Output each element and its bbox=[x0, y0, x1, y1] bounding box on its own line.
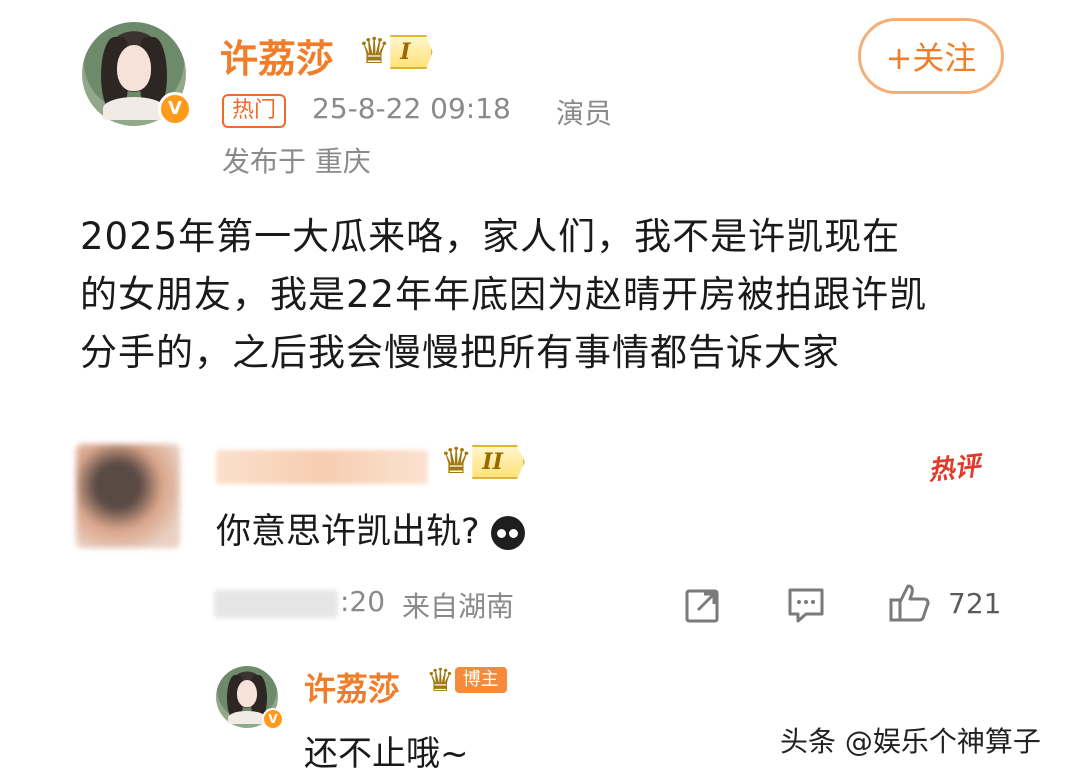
emoji-icon bbox=[490, 516, 525, 550]
comment-time: :20 bbox=[340, 585, 386, 618]
reply-text: 还不止哦~ bbox=[304, 734, 469, 774]
author-name[interactable]: 许荔莎 bbox=[220, 28, 334, 83]
comment-text: 你意思许凯出轨? bbox=[216, 503, 525, 554]
commenter-avatar[interactable] bbox=[76, 444, 180, 548]
commenter-level-badge: ♛ II bbox=[440, 444, 525, 480]
share-icon[interactable] bbox=[684, 586, 722, 624]
post-location: 发布于 重庆 bbox=[222, 145, 371, 178]
level-badge: ♛ I bbox=[358, 34, 433, 70]
owner-tag: 博主 bbox=[454, 667, 507, 693]
post-timestamp: 25-8-22 09:18 bbox=[312, 92, 511, 125]
commenter-level-label: II bbox=[472, 445, 525, 479]
crown-icon: ♛ bbox=[358, 31, 391, 72]
comment-icon[interactable] bbox=[786, 586, 826, 624]
hot-tag: 热门 bbox=[222, 94, 287, 128]
like-icon[interactable] bbox=[888, 582, 932, 624]
follow-label: +关注 bbox=[885, 39, 977, 77]
level-label: I bbox=[390, 35, 433, 69]
crown-icon: ♛ bbox=[440, 441, 473, 482]
follow-button[interactable]: +关注 bbox=[858, 18, 1004, 94]
verified-v-icon: V bbox=[158, 92, 192, 126]
watermark: 头条 @娱乐个神算子 bbox=[780, 725, 1041, 758]
comment-time-blurred bbox=[214, 590, 338, 618]
verified-v-icon: V bbox=[262, 708, 284, 730]
post-line: 的女朋友，我是22年年底因为赵晴开房被拍跟许凯 bbox=[80, 273, 928, 316]
reply-author-avatar[interactable]: V bbox=[216, 666, 284, 730]
comment-text-content: 你意思许凯出轨? bbox=[216, 512, 480, 552]
post-line: 2025年第一大瓜来咯，家人们，我不是许凯现在 bbox=[80, 215, 901, 258]
author-avatar[interactable]: V bbox=[82, 22, 192, 126]
post-body: 2025年第一大瓜来咯，家人们，我不是许凯现在 的女朋友，我是22年年底因为赵晴… bbox=[80, 208, 1040, 382]
like-count: 721 bbox=[948, 587, 1002, 620]
hot-comment-badge: 热评 bbox=[926, 451, 982, 487]
commenter-name[interactable] bbox=[216, 450, 428, 484]
reply-author-name[interactable]: 许荔莎 bbox=[304, 664, 400, 710]
author-role: 演员 bbox=[556, 97, 613, 130]
post-line: 分手的，之后我会慢慢把所有事情都告诉大家 bbox=[80, 331, 840, 374]
crown-icon: ♛ bbox=[426, 661, 455, 699]
comment-origin: 来自湖南 bbox=[402, 590, 515, 623]
reply-level-badge: ♛ 博主 bbox=[426, 664, 507, 696]
